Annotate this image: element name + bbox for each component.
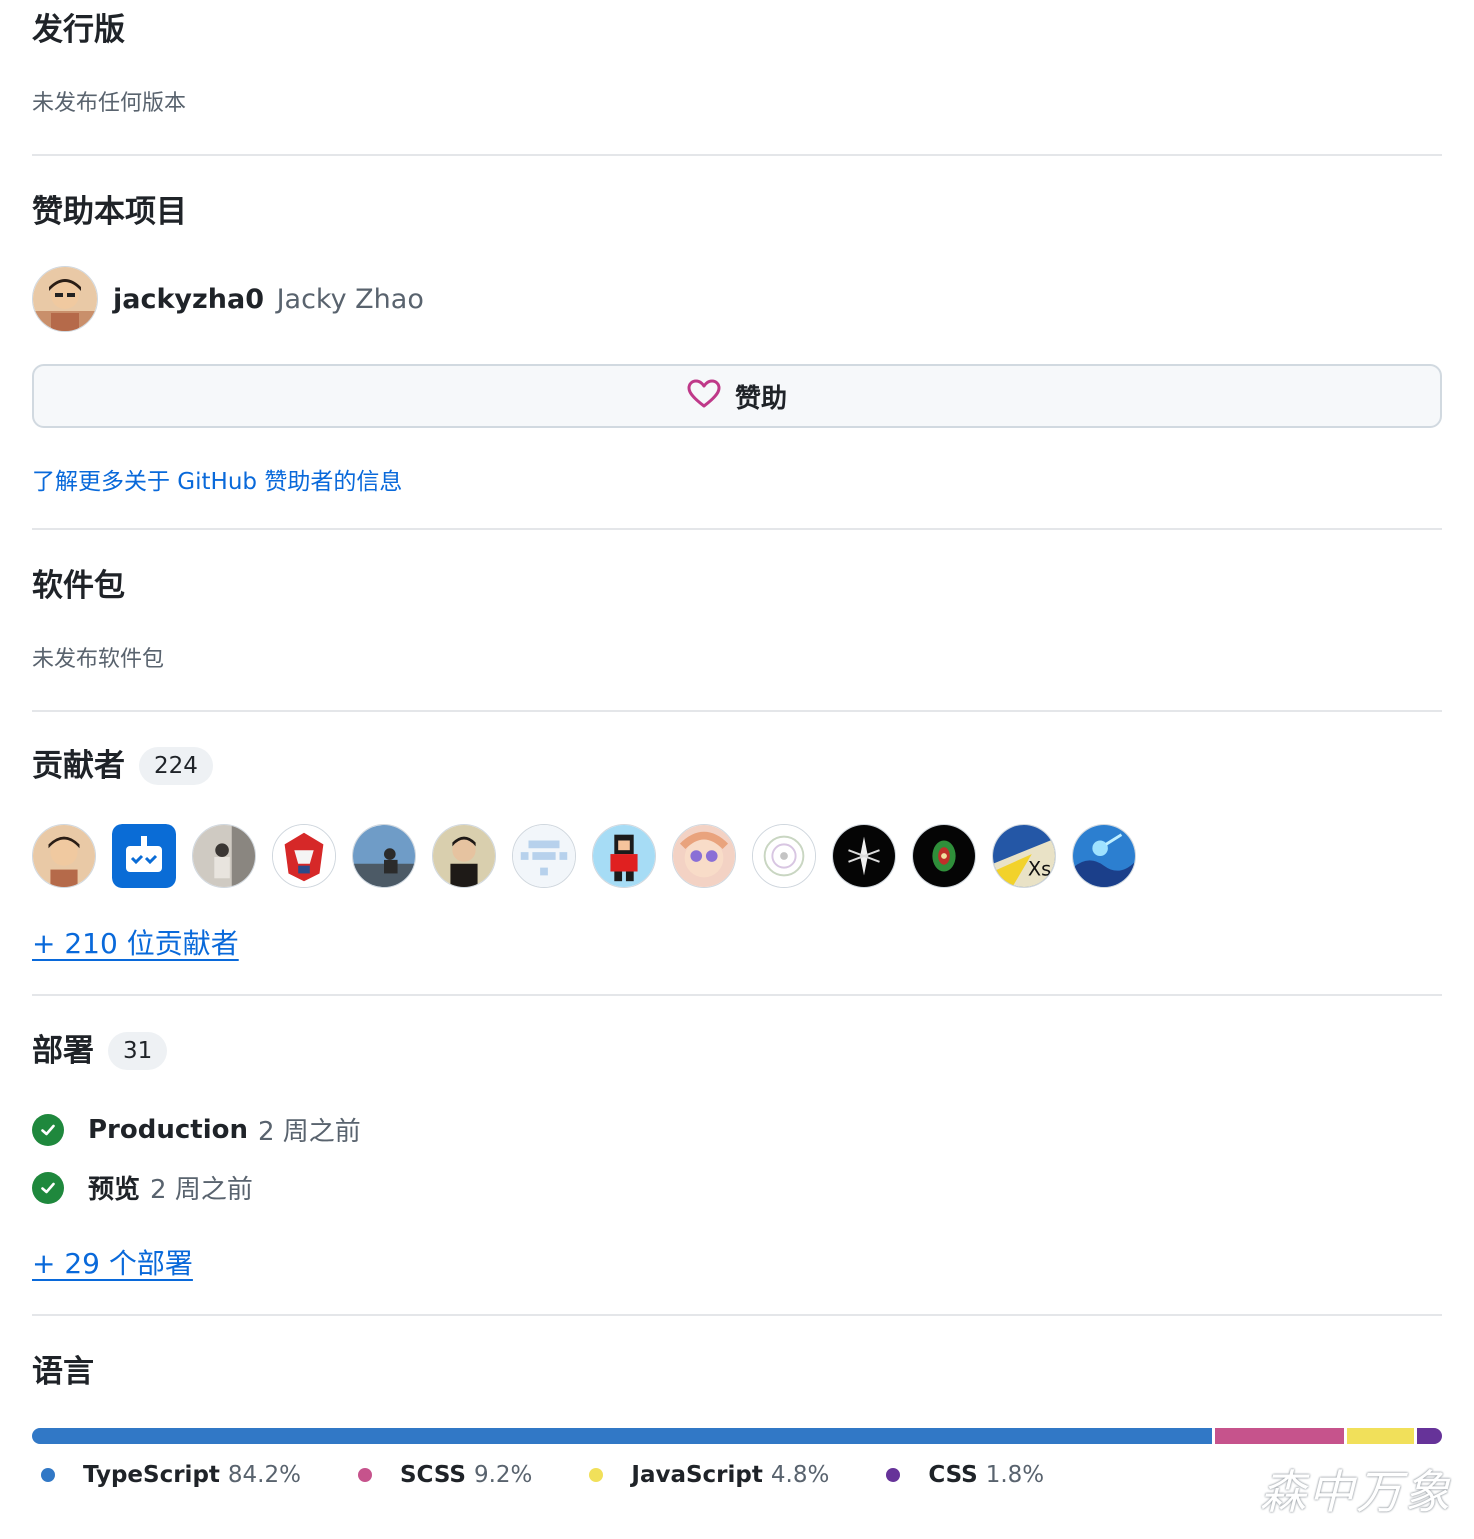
deployment-time: 2 周之前 (258, 1117, 361, 1147)
language-item[interactable]: CSS 1.8% (877, 1462, 1044, 1488)
divider (32, 154, 1442, 156)
deployment-item[interactable]: 预览 2 周之前 (32, 1169, 253, 1206)
contributors-title: 贡献者 (32, 748, 125, 784)
contributor-avatar[interactable] (672, 824, 736, 888)
language-bar-segment[interactable] (32, 1428, 1212, 1444)
more-contributors-link[interactable]: + 210 位贡献者 (32, 927, 239, 960)
contributor-avatar[interactable] (352, 824, 416, 888)
language-percent: 9.2% (473, 1462, 533, 1488)
deployment-name[interactable]: 预览 (88, 1169, 140, 1206)
languages-title: 语言 (32, 1354, 94, 1390)
packages-empty-text: 未发布软件包 (32, 647, 165, 672)
check-circle-icon (32, 1113, 64, 1146)
language-color-dot (886, 1468, 901, 1482)
contributor-avatar[interactable] (192, 824, 256, 888)
contributors-avatars: Xs (32, 824, 1136, 888)
contributor-avatar[interactable] (32, 824, 96, 888)
language-bar (32, 1428, 1442, 1444)
language-name: CSS (928, 1462, 978, 1488)
deployment-name[interactable]: Production (88, 1115, 248, 1145)
language-bar-segment[interactable] (1346, 1428, 1414, 1444)
watermark-text: 森中万象 (1260, 1465, 1452, 1519)
contributor-avatar[interactable]: Xs (992, 824, 1056, 888)
language-item[interactable]: JavaScript 4.8% (580, 1462, 829, 1488)
language-name: TypeScript (83, 1462, 220, 1488)
language-percent: 1.8% (985, 1462, 1045, 1488)
sponsor-button-label: 赞助 (734, 383, 787, 414)
divider (32, 710, 1442, 712)
contributor-avatar[interactable] (272, 824, 336, 888)
check-circle-icon (32, 1171, 64, 1204)
contributor-avatar[interactable] (1072, 824, 1136, 888)
svg-text:Xs: Xs (1028, 857, 1051, 880)
deployments-count: 31 (108, 1032, 168, 1070)
packages-title: 软件包 (32, 568, 125, 604)
language-bar-segment[interactable] (1214, 1428, 1344, 1444)
language-color-dot (589, 1468, 604, 1482)
language-item[interactable]: TypeScript 84.2% (32, 1462, 301, 1488)
releases-title: 发行版 (32, 12, 125, 48)
sponsor-button[interactable]: 赞助 (32, 364, 1442, 428)
heart-icon (687, 379, 721, 413)
language-item[interactable]: SCSS 9.2% (349, 1462, 532, 1488)
contributor-avatar[interactable] (512, 824, 576, 888)
deployment-item[interactable]: Production 2 周之前 (32, 1111, 361, 1148)
contributor-avatar[interactable] (832, 824, 896, 888)
language-percent: 4.8% (770, 1462, 830, 1488)
deployments-title: 部署 (32, 1033, 94, 1069)
language-percent: 84.2% (227, 1462, 301, 1488)
deployment-time: 2 周之前 (150, 1175, 253, 1205)
avatar[interactable] (32, 266, 98, 332)
contributor-avatar[interactable] (752, 824, 816, 888)
contributor-avatar[interactable] (912, 824, 976, 888)
sponsor-fullname: Jacky Zhao (276, 283, 424, 315)
language-name: JavaScript (631, 1462, 763, 1488)
contributors-count: 224 (139, 747, 213, 785)
language-color-dot (357, 1468, 372, 1482)
releases-empty-text: 未发布任何版本 (32, 91, 187, 116)
divider (32, 994, 1442, 996)
divider (32, 528, 1442, 530)
sponsor-username[interactable]: jackyzha0 (113, 284, 264, 315)
language-legend: TypeScript 84.2% SCSS 9.2% JavaScript 4.… (32, 1462, 1044, 1488)
language-color-dot (41, 1468, 55, 1482)
language-bar-segment[interactable] (1416, 1428, 1442, 1444)
releases-section: 发行版 (32, 10, 1442, 50)
contributor-avatar[interactable] (112, 824, 176, 888)
sponsor-title: 赞助本项目 (32, 194, 187, 230)
contributor-avatar[interactable] (432, 824, 496, 888)
sponsor-maintainer[interactable]: jackyzha0 Jacky Zhao (32, 266, 1442, 332)
divider (32, 1314, 1442, 1316)
language-name: SCSS (399, 1462, 466, 1488)
learn-more-sponsors-link[interactable]: 了解更多关于 GitHub 赞助者的信息 (32, 469, 402, 495)
contributor-avatar[interactable] (592, 824, 656, 888)
more-deployments-link[interactable]: + 29 个部署 (32, 1247, 193, 1280)
